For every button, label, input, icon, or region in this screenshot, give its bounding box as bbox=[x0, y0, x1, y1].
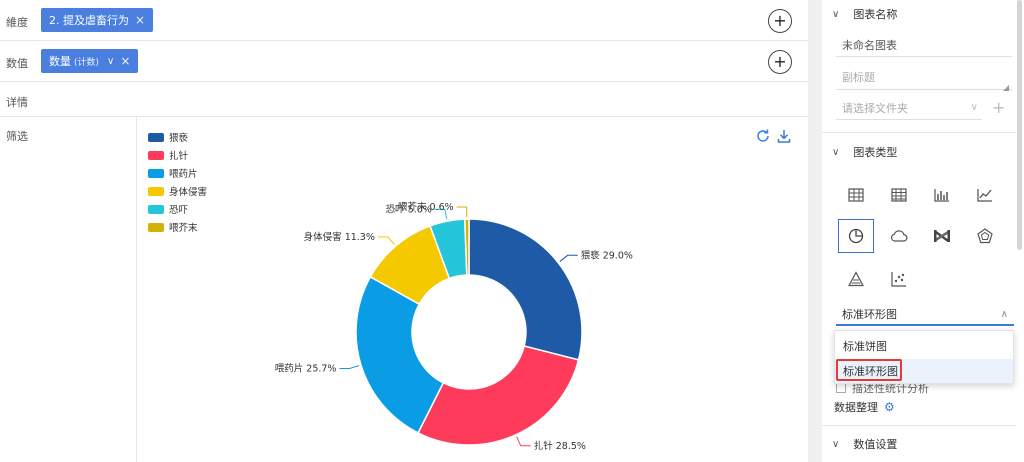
data-organize-row[interactable]: 数据整理 ⚙ bbox=[834, 399, 895, 415]
section-divider bbox=[822, 132, 1016, 133]
value-settings-section-title: 数值设置 bbox=[853, 438, 898, 451]
slice-label: 猥亵 29.0% bbox=[581, 249, 633, 261]
folder-select-placeholder: 请选择文件夹 bbox=[842, 101, 908, 115]
option-standard-pie[interactable]: 标准饼图 bbox=[835, 334, 1013, 358]
panel-scrollbar[interactable] bbox=[1017, 0, 1022, 250]
slice-label: 喂药片 25.7% bbox=[275, 363, 337, 375]
funnel-icon[interactable] bbox=[838, 262, 874, 296]
donut-slice[interactable] bbox=[468, 218, 583, 361]
descriptive-stats-checkbox[interactable] bbox=[836, 383, 846, 393]
chevron-down-icon: ∨ bbox=[832, 8, 840, 20]
label-leader-line bbox=[559, 254, 578, 262]
subtitle-input[interactable]: 副标题 bbox=[836, 64, 1012, 90]
value-settings-section-header[interactable]: ∨ 数值设置 bbox=[832, 436, 897, 452]
panel-gutter bbox=[808, 0, 822, 462]
pivot-table-icon[interactable] bbox=[881, 178, 917, 212]
slice-label: 扎针 28.5% bbox=[534, 440, 586, 452]
chart-name-input[interactable]: 未命名图表 bbox=[836, 33, 1012, 57]
slice-label: 身体侵害 11.3% bbox=[304, 231, 375, 243]
section-divider bbox=[822, 425, 1016, 426]
add-folder-button[interactable]: + bbox=[992, 98, 1005, 117]
sankey-icon[interactable] bbox=[924, 219, 960, 253]
chart-name-section-title: 图表名称 bbox=[853, 8, 898, 21]
chevron-down-icon: ∨ bbox=[832, 146, 840, 158]
chart-subtype-select[interactable]: 标准环形图 ∧ bbox=[836, 304, 1014, 326]
folder-select[interactable]: 请选择文件夹 ∨ bbox=[836, 96, 982, 120]
donut-chart: 猥亵 29.0%扎针 28.5%喂药片 25.7%身体侵害 11.3%恐吓 5.… bbox=[275, 201, 633, 452]
gear-icon[interactable]: ⚙ bbox=[884, 400, 895, 414]
chart-type-section-title: 图表类型 bbox=[853, 146, 898, 159]
selection-highlight-box bbox=[836, 359, 902, 381]
cloud-chart-icon[interactable] bbox=[881, 219, 917, 253]
donut-slice[interactable] bbox=[355, 275, 445, 434]
scatter-icon[interactable] bbox=[881, 262, 917, 296]
label-leader-line bbox=[516, 436, 531, 447]
donut-slice[interactable] bbox=[417, 345, 580, 446]
radar-icon[interactable] bbox=[967, 219, 1003, 253]
pie-chart-icon[interactable] bbox=[838, 219, 874, 253]
data-organize-label: 数据整理 bbox=[834, 401, 878, 414]
chart-type-section-header[interactable]: ∨ 图表类型 bbox=[832, 144, 897, 160]
app-root: 維度 2. 提及虐畜行为 × + 数值 数量 (计数) ∨ × + 详情 筛选 … bbox=[0, 0, 1024, 462]
slice-label: 喂芥末 0.6% bbox=[398, 201, 454, 213]
label-leader-line bbox=[339, 365, 360, 370]
label-leader-line bbox=[456, 206, 468, 218]
chevron-down-icon: ∨ bbox=[832, 438, 840, 450]
bar-chart-icon[interactable] bbox=[924, 178, 960, 212]
chart-subtype-value: 标准环形图 bbox=[842, 308, 897, 321]
chart-name-section-header[interactable]: ∨ 图表名称 bbox=[832, 6, 897, 22]
label-leader-line bbox=[377, 236, 395, 245]
line-chart-icon[interactable] bbox=[967, 178, 1003, 212]
table-icon[interactable] bbox=[838, 178, 874, 212]
chevron-up-icon: ∧ bbox=[1000, 308, 1008, 320]
resize-grip-icon[interactable]: ◢ bbox=[1003, 83, 1009, 92]
chevron-down-icon: ∨ bbox=[970, 102, 978, 113]
